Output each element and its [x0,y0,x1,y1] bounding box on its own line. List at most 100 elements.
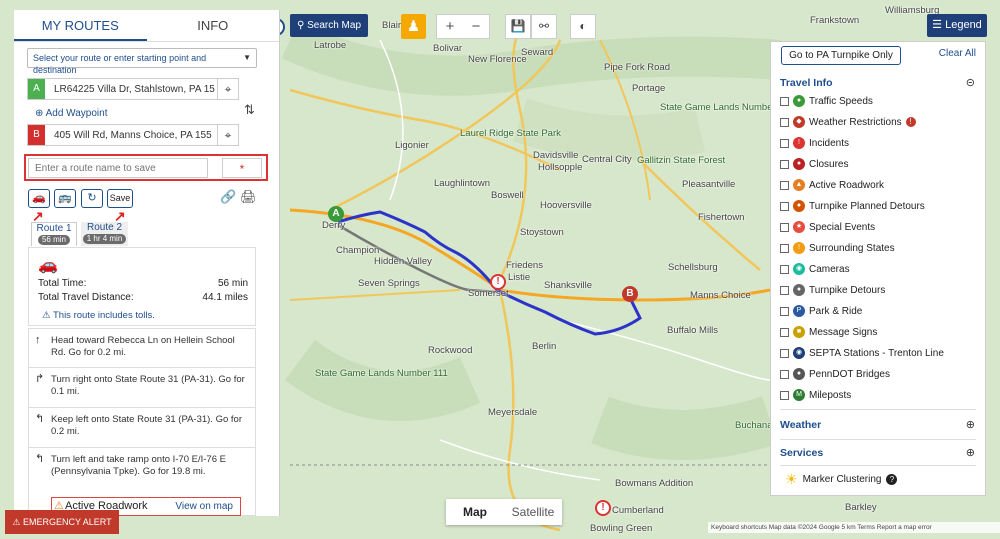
legend-item-cameras[interactable]: ◉ Cameras [780,261,850,277]
services-heading[interactable]: Services [780,447,823,459]
checkbox[interactable] [780,390,789,400]
direction-step[interactable]: ↰ Keep left onto State Route 31 (PA-31). … [28,408,256,448]
place-label: Laughlintown [434,178,490,189]
turn-right-icon: ↱ [35,373,45,385]
checkbox[interactable] [780,348,789,358]
legend-item-park-ride[interactable]: P Park & Ride [780,303,862,319]
legend-item-special-events[interactable]: ★ Special Events [780,219,875,235]
link-icon[interactable]: 🔗 [220,189,236,205]
legend-item-traffic-speeds[interactable]: ● Traffic Speeds [780,93,873,109]
checkbox[interactable] [780,180,789,190]
place-label: Stoystown [520,227,564,238]
route-select[interactable]: Select your route or enter starting poin… [27,48,257,75]
routes-panel: MY ROUTES INFO Select your route or ente… [14,10,280,516]
expand-plus-icon[interactable]: ⊕ [966,418,975,431]
route-tab-2[interactable]: Route 2 1 hr 4 min [81,222,128,246]
legend-item-penndot-bridges[interactable]: ● PennDOT Bridges [780,366,890,382]
legend-item-surrounding-states[interactable]: ! Surrounding States [780,240,895,256]
map-type-satellite-button[interactable]: Satellite [504,499,562,525]
legend-item-active-roadwork[interactable]: ▲ Active Roadwork [780,177,884,193]
legend-item-mileposts[interactable]: M Mileposts [780,387,851,403]
legend-item-label: PennDOT Bridges [809,368,890,380]
help-icon[interactable]: ? [886,473,898,485]
legend-marker-icon: ● [793,158,805,170]
checkbox[interactable] [780,264,789,274]
checkbox[interactable] [780,243,789,253]
collapse-minus-icon[interactable]: ⊝ [966,76,975,89]
destination-input[interactable]: 405 Will Rd, Manns Choice, PA 155 [45,130,215,141]
legend-item-septa-stations-trenton-line[interactable]: ◉ SEPTA Stations - Trenton Line [780,345,944,361]
checkbox[interactable] [780,159,789,169]
checkbox[interactable] [780,369,789,379]
destination-field[interactable]: B 405 Will Rd, Manns Choice, PA 155 ⌖ [27,124,239,146]
checkbox[interactable] [780,285,789,295]
car-mode-button[interactable]: 🚗 [28,189,50,208]
tab-my-routes[interactable]: MY ROUTES [14,10,147,41]
truck-mode-button[interactable]: 🚌 [54,189,76,208]
origin-marker[interactable]: A [328,206,344,222]
tab-info[interactable]: INFO [147,10,280,41]
zoom-in-button[interactable]: + [437,15,463,38]
checkbox[interactable] [780,138,789,148]
warning-icon: ⚠ [42,310,53,321]
legend-item-label: Park & Ride [809,305,863,317]
checkbox[interactable] [780,222,789,232]
map-attribution[interactable]: Keyboard shortcuts Map data ©2024 Google… [708,522,1000,533]
expand-plus-icon[interactable]: ⊕ [966,446,975,459]
checkbox[interactable] [780,117,789,127]
zoom-out-button[interactable]: − [463,15,489,38]
save-button[interactable]: Save [107,189,133,208]
route-tab-1[interactable]: Route 1 56 min [31,222,77,246]
legend-button[interactable]: ☰ Legend [927,14,987,37]
incident-marker[interactable]: ! [490,274,506,290]
origin-input[interactable]: LR64225 Villa Dr, Stahlstown, PA 15 [45,84,215,95]
origin-field[interactable]: A LR64225 Villa Dr, Stahlstown, PA 15 ⌖ [27,78,239,100]
share-icon[interactable]: ⚯ [531,14,557,39]
locate-icon[interactable]: ⌖ [217,124,239,146]
origin-badge: A [28,79,45,99]
legend-marker-icon: ◆ [793,116,805,128]
direction-step[interactable]: ↑ Head toward Rebecca Ln on Hellein Schoo… [28,328,256,368]
legend-marker-icon: P [793,305,805,317]
contrast-icon[interactable]: ◐ [570,14,596,39]
legend-item-message-signs[interactable]: ■ Message Signs [780,324,877,340]
view-on-map-link[interactable]: View on map [175,499,233,515]
place-label: State Game Lands Number 111 [315,368,448,379]
clear-all-link[interactable]: Clear All [939,48,976,59]
search-map-button[interactable]: ⚲ Search Map [290,14,368,37]
go-turnpike-button[interactable]: Go to PA Turnpike Only [781,46,901,65]
legend-item-turnpike-planned-detours[interactable]: ● Turnpike Planned Detours [780,198,925,214]
place-label: Barkley [845,502,877,513]
refresh-button[interactable]: ↻ [81,189,103,208]
street-view-pegman-icon[interactable]: ♟ [401,14,426,39]
route-name-input[interactable] [28,158,208,178]
save-map-icon[interactable]: 💾 [505,14,531,39]
swap-icon[interactable]: ⇅ [244,102,255,118]
destination-marker[interactable]: B [622,286,638,302]
checkbox[interactable] [780,306,789,316]
legend-item-turnpike-detours[interactable]: ● Turnpike Detours [780,282,885,298]
print-icon[interactable]: 🖨 [240,189,257,205]
legend-item-weather-restrictions[interactable]: ◆ Weather Restrictions! [780,114,916,130]
place-label: Hollsopple [538,162,583,173]
locate-icon[interactable]: ⌖ [217,78,239,100]
legend-item-label: Cameras [809,263,850,275]
weather-heading[interactable]: Weather [780,419,821,431]
layers-icon: ☰ [932,19,946,31]
direction-step[interactable]: ↱ Turn right onto State Route 31 (PA-31).… [28,368,256,408]
legend-item-closures[interactable]: ● Closures [780,156,848,172]
checkbox[interactable] [780,96,789,106]
checkbox[interactable] [780,201,789,211]
add-waypoint-link[interactable]: ⊕ Add Waypoint [35,108,108,119]
travel-info-heading[interactable]: Travel Info [780,77,833,89]
legend-item-label: Special Events [809,221,876,233]
checkbox[interactable] [780,327,789,337]
incident-marker[interactable]: ! [595,500,611,516]
map-type-map-button[interactable]: Map [446,499,504,525]
place-label: Pleasantville [682,179,736,190]
legend-item-incidents[interactable]: ! Incidents [780,135,849,151]
place-label: Seward [521,47,554,58]
place-label: Hidden Valley [374,256,432,267]
marker-clustering-toggle[interactable]: ☀ Marker Clustering ? [785,471,898,487]
emergency-alert-button[interactable]: ⚠ EMERGENCY ALERT [5,510,119,534]
